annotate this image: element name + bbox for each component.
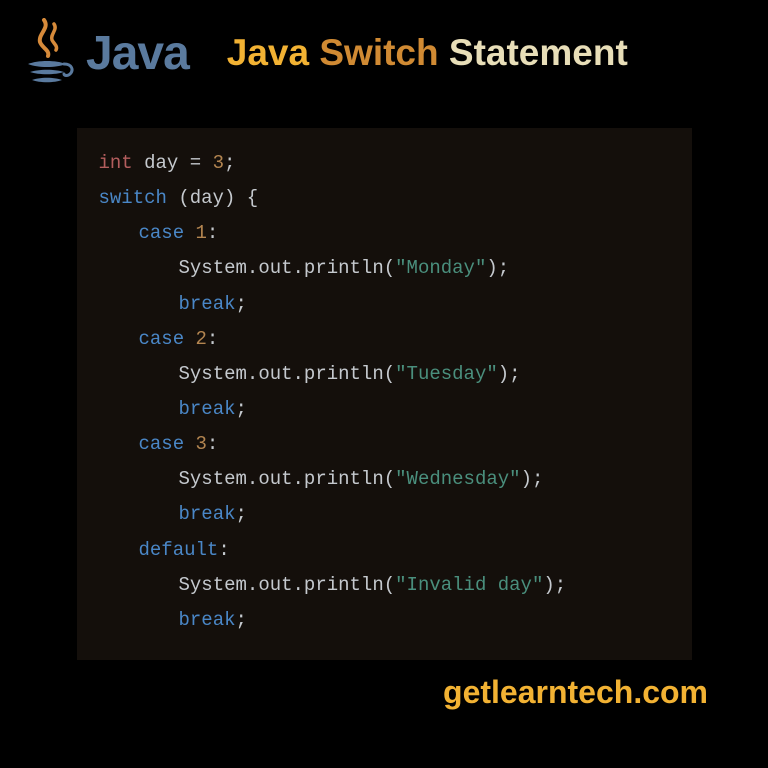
header: Java Java Switch Statement bbox=[0, 0, 768, 98]
java-logo-text: Java bbox=[86, 26, 189, 81]
code-line: System.out.println("Monday"); bbox=[99, 251, 670, 286]
java-cup-icon bbox=[20, 18, 74, 88]
java-logo: Java bbox=[20, 18, 189, 88]
code-line: System.out.println("Tuesday"); bbox=[99, 357, 670, 392]
code-line: case 2: bbox=[99, 322, 670, 357]
title-word-3: Statement bbox=[449, 32, 628, 73]
title-word-2: Switch bbox=[319, 32, 438, 73]
code-line: switch (day) { bbox=[99, 181, 670, 216]
code-line: int day = 3; bbox=[99, 146, 670, 181]
title-word-1: Java bbox=[227, 32, 309, 73]
code-line: default: bbox=[99, 533, 670, 568]
footer-link: getlearntech.com bbox=[0, 660, 768, 711]
page-title: Java Switch Statement bbox=[227, 32, 628, 74]
code-line: System.out.println("Invalid day"); bbox=[99, 568, 670, 603]
code-line: System.out.println("Wednesday"); bbox=[99, 462, 670, 497]
code-block: int day = 3; switch (day) { case 1: Syst… bbox=[77, 128, 692, 660]
code-line: break; bbox=[99, 392, 670, 427]
code-line: break; bbox=[99, 497, 670, 532]
code-line: case 3: bbox=[99, 427, 670, 462]
code-line: case 1: bbox=[99, 216, 670, 251]
code-line: break; bbox=[99, 603, 670, 638]
code-line: break; bbox=[99, 287, 670, 322]
